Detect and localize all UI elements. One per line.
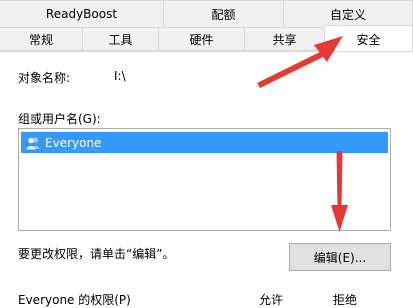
security-panel: 对象名称: I:\ 组或用户名(G): Everyone 要更改权限，请单击“编…	[0, 51, 413, 308]
group-or-user-label: 组或用户名(G):	[18, 112, 101, 126]
tab-customize[interactable]: 自定义	[284, 0, 413, 27]
tab-quota[interactable]: 配额	[164, 0, 284, 27]
user-name: Everyone	[45, 135, 102, 150]
tab-tools[interactable]: 工具	[83, 27, 159, 51]
tab-readyboost[interactable]: ReadyBoost	[0, 0, 164, 27]
user-group-icon	[26, 136, 40, 149]
tab-strip-bottom: 常规 工具 硬件 共享 安全	[0, 25, 413, 52]
tab-general[interactable]: 常规	[0, 27, 83, 51]
tab-security[interactable]: 安全	[325, 25, 413, 52]
allow-column-header: 允许	[259, 293, 284, 307]
edit-button[interactable]: 编辑(E)...	[289, 243, 391, 271]
deny-column-header: 拒绝	[333, 293, 358, 307]
object-name-value: I:\	[114, 69, 126, 83]
tab-sharing[interactable]: 共享	[245, 27, 325, 51]
object-name-label: 对象名称:	[18, 71, 71, 85]
user-listbox[interactable]: Everyone	[18, 128, 391, 231]
tab-hardware[interactable]: 硬件	[159, 27, 245, 51]
tab-strip-top: ReadyBoost 配额 自定义	[0, 0, 413, 27]
permissions-label: Everyone 的权限(P)	[18, 293, 131, 307]
change-permissions-hint: 要更改权限，请单击“编辑”。	[18, 247, 175, 261]
list-item[interactable]: Everyone	[21, 132, 388, 153]
